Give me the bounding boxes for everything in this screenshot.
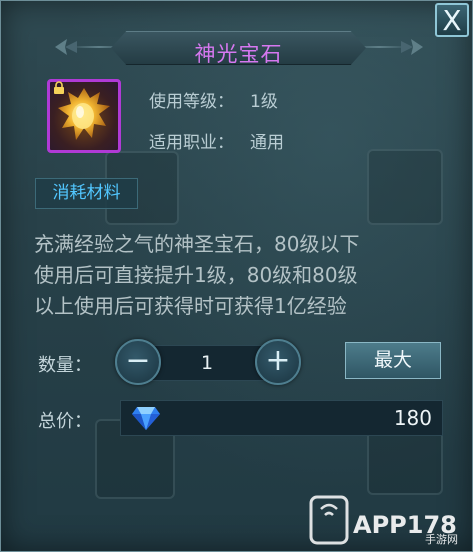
total-price-label: 总价：: [38, 411, 92, 432]
app178-watermark-logo: APP178 手游网: [309, 495, 458, 546]
background-slot: [367, 149, 443, 225]
description-line: 使用后可直接提升1级，80级和80级: [34, 263, 358, 287]
item-purchase-dialog: 神光宝石 X 使用等级： 1级 适用职业： 通用 消耗材料 充满经验之气的神圣宝…: [0, 0, 473, 552]
ornament-right-icon: [401, 39, 423, 55]
close-button[interactable]: X: [435, 3, 469, 37]
svg-text:手游网: 手游网: [425, 532, 458, 546]
diamond-icon: [132, 407, 160, 430]
item-description: 充满经验之气的神圣宝石，80级以下 使用后可直接提升1级，80级和80级 以上使…: [34, 229, 444, 322]
title-bar: 神光宝石: [51, 27, 426, 67]
class-row: 适用职业： 通用: [149, 128, 284, 153]
level-value: 1级: [250, 92, 278, 112]
total-price-field: 180: [120, 400, 443, 436]
decrease-quantity-button[interactable]: −: [115, 339, 161, 385]
lock-icon: [54, 81, 64, 94]
dialog-title: 神光宝石: [194, 42, 283, 66]
class-value: 通用: [250, 133, 284, 153]
ornament-left-icon: [55, 39, 77, 55]
class-label: 适用职业：: [149, 133, 234, 153]
max-quantity-button[interactable]: 最大: [345, 342, 441, 379]
description-line: 以上使用后可获得时可获得1亿经验: [34, 294, 347, 318]
level-row: 使用等级： 1级: [149, 87, 278, 112]
level-label: 使用等级：: [149, 92, 234, 112]
increase-quantity-button[interactable]: +: [255, 339, 301, 385]
item-type-badge: 消耗材料: [35, 178, 138, 209]
description-line: 充满经验之气的神圣宝石，80级以下: [34, 232, 360, 256]
title-plate: 神光宝石: [111, 31, 366, 65]
quantity-label: 数量：: [38, 355, 92, 376]
total-price-value: 180: [393, 406, 432, 430]
